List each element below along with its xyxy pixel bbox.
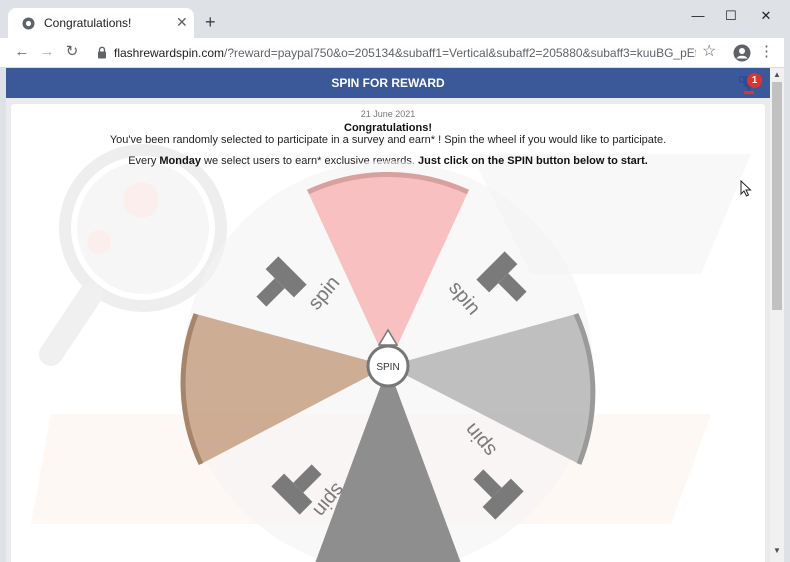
- new-tab-button[interactable]: +: [205, 13, 216, 31]
- scroll-down-arrow[interactable]: ▼: [773, 546, 781, 556]
- notification-badge: 1: [747, 73, 762, 88]
- tab-close-icon[interactable]: ✕: [176, 14, 188, 30]
- banner-title: SPIN FOR REWARD: [331, 76, 445, 90]
- top-banner: SPIN FOR REWARD 1: [6, 68, 770, 98]
- scroll-up-arrow[interactable]: ▲: [773, 70, 781, 80]
- forward-button[interactable]: →: [38, 43, 56, 61]
- spin-wheel[interactable]: spin spin spin spin SPIN: [11, 104, 765, 562]
- minimize-button[interactable]: —: [689, 8, 707, 24]
- star-icon[interactable]: ☆: [702, 43, 716, 61]
- address-bar[interactable]: flashrewardspin.com/?reward=paypal750&o=…: [92, 41, 722, 65]
- browser-tab[interactable]: Congratulations! ✕: [8, 8, 194, 38]
- url-text: flashrewardspin.com/?reward=paypal750&o=…: [114, 46, 696, 60]
- account-icon[interactable]: [733, 44, 751, 62]
- page-viewport: SPIN FOR REWARD 1 21 June 2021 Congratul…: [6, 68, 770, 562]
- scroll-thumb[interactable]: [772, 82, 782, 310]
- lock-icon: [98, 46, 106, 59]
- maximize-button[interactable]: ☐: [722, 8, 740, 24]
- globe-icon: [22, 17, 35, 30]
- url-domain: flashrewardspin.com: [114, 46, 225, 60]
- window-border-right: [784, 38, 790, 562]
- browser-toolbar: ← → ↻ flashrewardspin.com/?reward=paypal…: [0, 38, 790, 68]
- reload-button[interactable]: ↻: [63, 43, 81, 61]
- url-path: /?reward=paypal750&o=205134&subaff1=Vert…: [224, 46, 696, 60]
- back-button[interactable]: ←: [13, 43, 31, 61]
- mouse-cursor-icon: [740, 180, 752, 197]
- page-scrollbar[interactable]: ▲ ▼: [770, 68, 784, 562]
- menu-icon[interactable]: ⋮: [759, 43, 774, 61]
- window-close-button[interactable]: ✕: [757, 8, 775, 24]
- spin-button-label: SPIN: [376, 362, 399, 373]
- content-card: 21 June 2021 Congratulations! You've bee…: [11, 104, 765, 562]
- browser-title-bar: Congratulations! ✕ + — ☐ ✕: [0, 0, 790, 38]
- tab-title: Congratulations!: [44, 16, 132, 30]
